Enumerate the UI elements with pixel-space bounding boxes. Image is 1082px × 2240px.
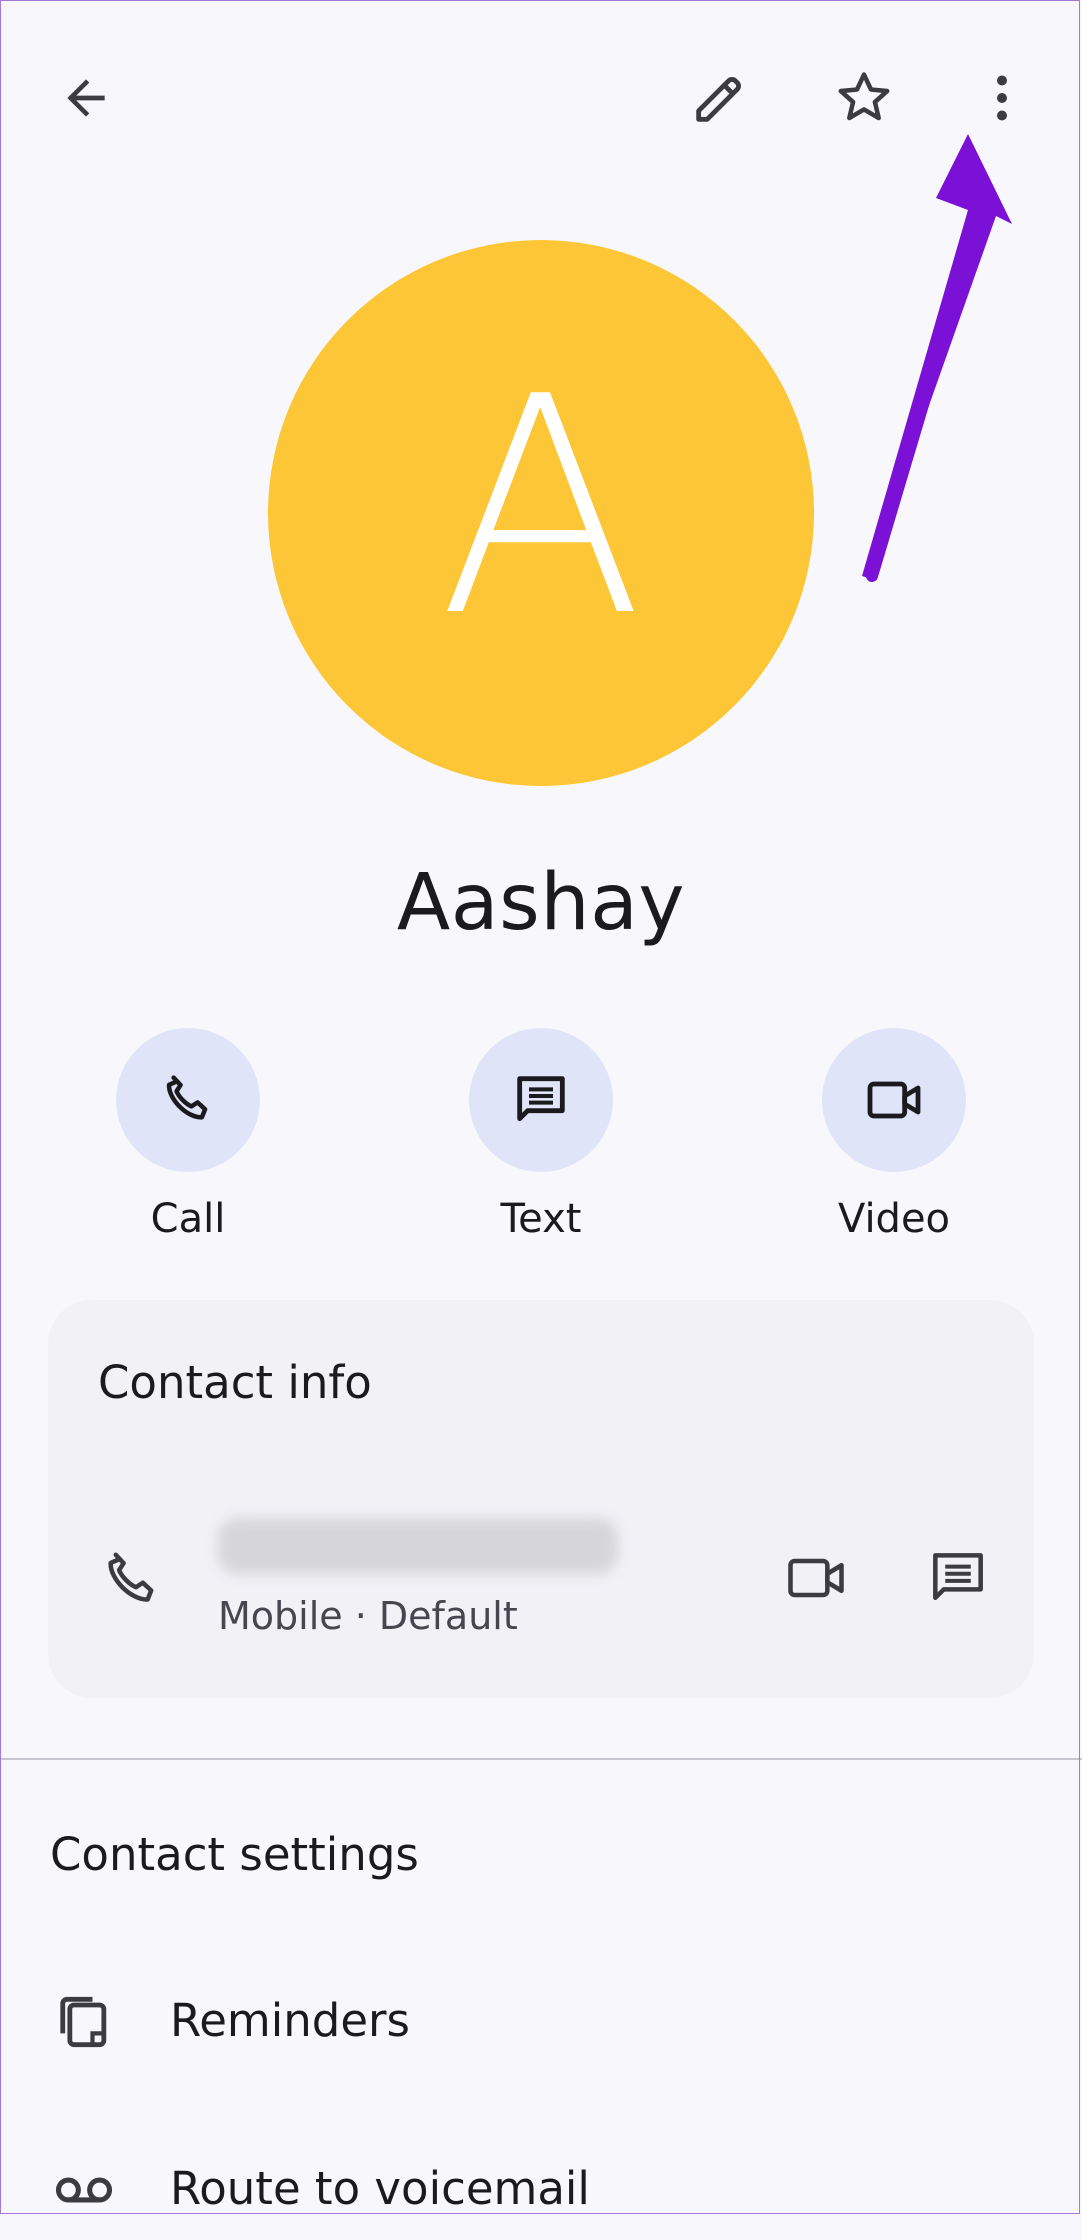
contact-settings-title: Contact settings	[50, 1828, 419, 1881]
back-button[interactable]	[38, 50, 134, 146]
phone-number-redacted[interactable]	[218, 1518, 618, 1574]
text-action[interactable]: Text	[441, 1028, 641, 1242]
contact-name: Aashay	[396, 858, 686, 948]
contact-info-title: Contact info	[98, 1356, 372, 1409]
send-message-button[interactable]	[910, 1530, 1006, 1626]
avatar-initial: A	[438, 333, 644, 682]
section-divider	[0, 1758, 1082, 1760]
call-action-circle[interactable]	[116, 1028, 260, 1172]
voicemail-icon	[48, 2154, 120, 2226]
phone-icon	[166, 1075, 208, 1120]
arrow-back-icon	[67, 79, 105, 117]
video-action[interactable]: Video	[794, 1028, 994, 1242]
video-action-circle[interactable]	[822, 1028, 966, 1172]
videocam-icon	[788, 1558, 844, 1598]
contact-avatar: A	[268, 240, 814, 786]
reminders-icon	[48, 1986, 120, 2058]
video-call-button[interactable]	[768, 1530, 864, 1626]
call-action-label: Call	[150, 1196, 226, 1242]
pencil-icon	[696, 77, 741, 122]
phone-icon	[108, 1552, 154, 1602]
annotation-arrow	[862, 134, 1012, 582]
video-action-label: Video	[837, 1196, 951, 1242]
message-icon	[517, 1076, 565, 1122]
videocam-icon	[867, 1081, 921, 1119]
phone-type-label: Mobile · Default	[218, 1594, 518, 1638]
settings-item-label: Reminders	[170, 1994, 410, 2047]
settings-item-reminders[interactable]: Reminders	[0, 1972, 1082, 2072]
more-vertical-icon	[997, 75, 1007, 121]
text-action-label: Text	[500, 1196, 582, 1242]
message-icon	[933, 1553, 983, 1601]
text-action-circle[interactable]	[469, 1028, 613, 1172]
settings-item-label: Route to voicemail	[170, 2162, 590, 2215]
call-action[interactable]: Call	[88, 1028, 288, 1242]
contact-info-card: Contact info Mobile · Default	[48, 1300, 1034, 1698]
settings-item-voicemail[interactable]: Route to voicemail	[0, 2140, 1082, 2240]
star-outline-icon	[838, 72, 890, 121]
edit-button[interactable]	[672, 50, 768, 146]
